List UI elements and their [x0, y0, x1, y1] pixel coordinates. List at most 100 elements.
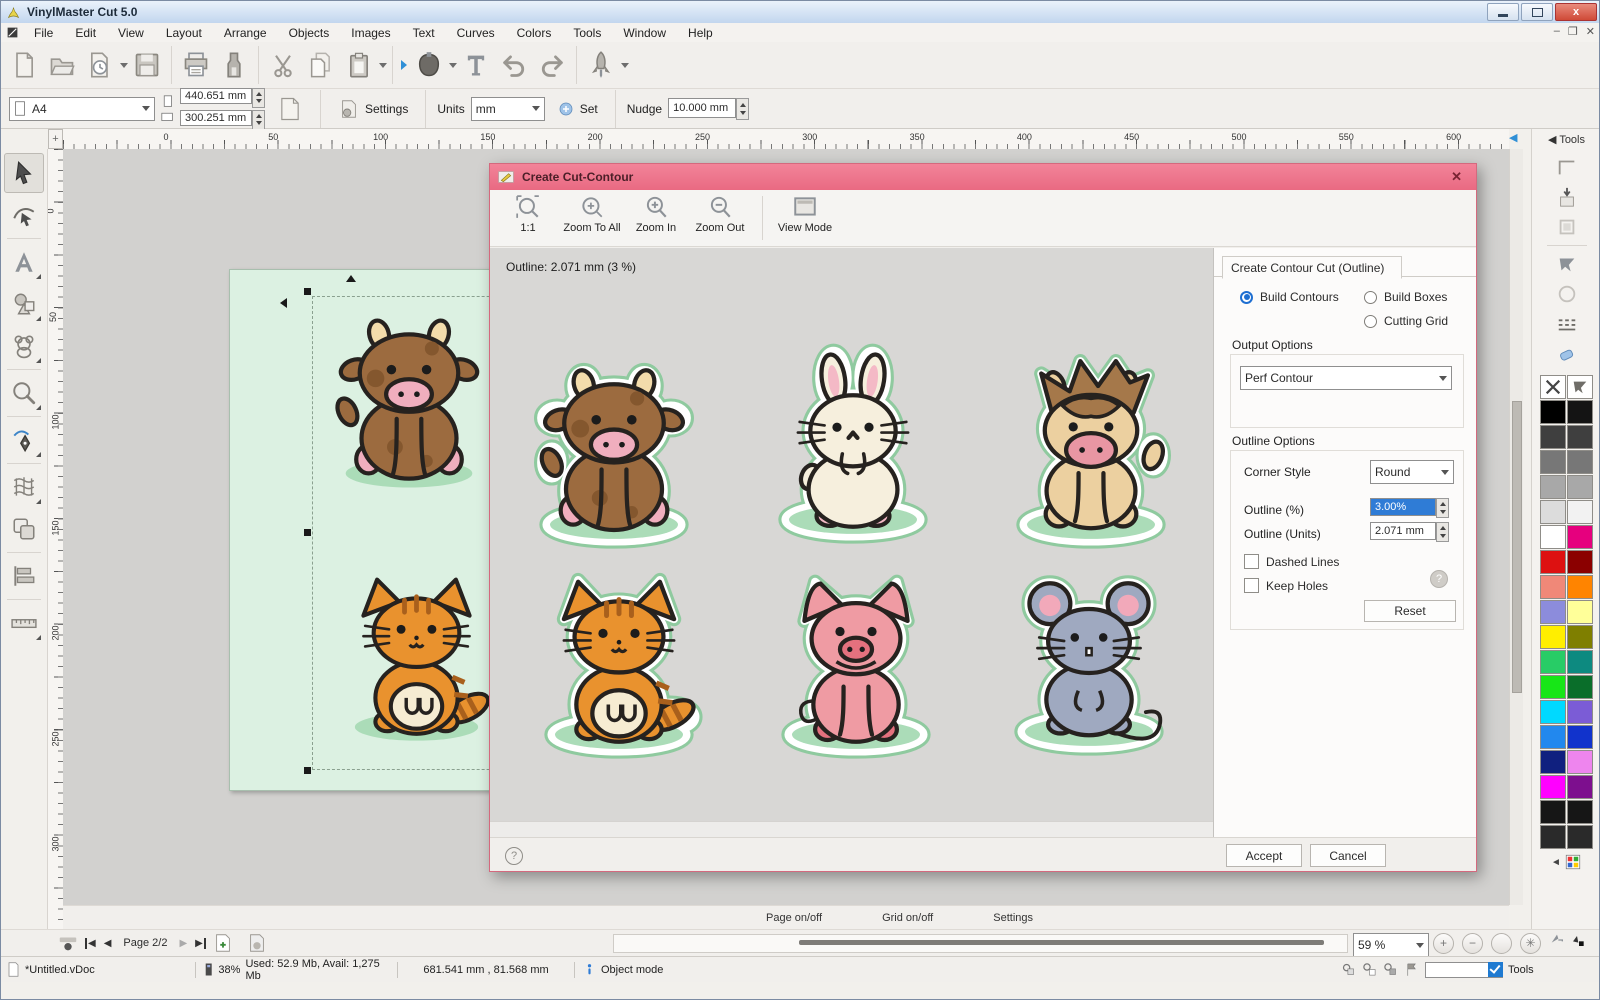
color-swatch[interactable]	[1567, 700, 1593, 724]
cut-plotter-button[interactable]	[215, 45, 253, 85]
preview-eye-icon[interactable]	[51, 928, 85, 958]
zoom-out-button[interactable]: Zoom Out	[688, 194, 752, 234]
paste-button[interactable]	[340, 45, 378, 85]
fill-color-dropdown-arrow-icon[interactable]	[449, 63, 457, 68]
stamp-tool-icon[interactable]	[1550, 212, 1584, 242]
save-button[interactable]	[128, 45, 166, 85]
vertical-scrollbar[interactable]	[1509, 149, 1523, 905]
outline-pct-input[interactable]: 3.00%	[1370, 498, 1436, 516]
build-boxes-radio[interactable]: Build Boxes	[1364, 290, 1447, 304]
text-tool[interactable]	[4, 242, 44, 282]
menu-item-curves[interactable]: Curves	[446, 24, 506, 42]
color-swatch[interactable]	[1567, 775, 1593, 799]
canvas-cat-artwork[interactable]	[324, 550, 509, 760]
zoom-in-button[interactable]: +	[1433, 933, 1454, 954]
measure-tool[interactable]	[4, 603, 44, 643]
color-swatch[interactable]	[1567, 425, 1593, 449]
clipart-tool[interactable]	[4, 326, 44, 366]
color-swatch[interactable]	[1540, 800, 1566, 824]
fill-color-button[interactable]	[410, 45, 448, 85]
group-icon[interactable]	[1341, 962, 1356, 977]
new-page-button[interactable]	[271, 89, 309, 129]
build-contours-radio[interactable]: Build Contours	[1240, 290, 1339, 304]
open-recent-button[interactable]	[81, 45, 119, 85]
mdi-minimize-icon[interactable]: –	[1554, 25, 1560, 38]
nudge-input[interactable]: 10.000 mm	[668, 98, 736, 118]
vertical-scroll-thumb[interactable]	[1512, 401, 1522, 693]
vinyl-cut-icon[interactable]	[1550, 249, 1584, 279]
color-swatch[interactable]	[1540, 750, 1566, 774]
contour-preview-area[interactable]: Outline: 2.071 mm (3 %)	[490, 248, 1214, 838]
color-swatch[interactable]	[1567, 450, 1593, 474]
color-swatch[interactable]	[1567, 650, 1593, 674]
color-swatch[interactable]	[1540, 475, 1566, 499]
circle-tool-icon[interactable]	[1550, 279, 1584, 309]
next-page-button[interactable]: ▶	[175, 938, 191, 949]
zoom-to-all-button[interactable]: Zoom To All	[560, 194, 624, 234]
weld-tool[interactable]	[4, 509, 44, 549]
dashed-lines-checkbox[interactable]: Dashed Lines	[1244, 554, 1339, 569]
color-swatch[interactable]	[1540, 550, 1566, 574]
zoom-all-button[interactable]: ✳	[1520, 933, 1541, 954]
mdi-restore-icon[interactable]: ❐	[1568, 25, 1578, 38]
menu-item-window[interactable]: Window	[612, 24, 677, 42]
page-width-spinner[interactable]	[252, 88, 265, 108]
settings-button[interactable]: Settings	[332, 96, 414, 122]
undo-button[interactable]	[495, 45, 533, 85]
ruler-origin-icon[interactable]: +	[48, 129, 63, 149]
corner-style-select[interactable]: Round	[1370, 460, 1454, 484]
menu-item-arrange[interactable]: Arrange	[213, 24, 278, 42]
sticker-cow[interactable]	[518, 344, 710, 556]
color-swatch[interactable]	[1567, 400, 1593, 424]
color-swatch[interactable]	[1540, 600, 1566, 624]
color-swatch[interactable]	[1567, 625, 1593, 649]
paste-dropdown-arrow-icon[interactable]	[379, 63, 387, 68]
zoom-out-button[interactable]: −	[1462, 933, 1483, 954]
sticker-pig[interactable]	[760, 554, 952, 766]
delete-page-icon[interactable]	[240, 928, 274, 958]
color-swatch[interactable]	[1567, 800, 1593, 824]
stroke-color-swatch[interactable]	[1567, 375, 1593, 399]
color-swatch[interactable]	[1540, 675, 1566, 699]
menu-item-tools[interactable]: Tools	[562, 24, 612, 42]
menu-item-text[interactable]: Text	[402, 24, 446, 42]
color-swatch[interactable]	[1567, 500, 1593, 524]
color-swatch[interactable]	[1567, 525, 1593, 549]
pick-corner-icon[interactable]	[1549, 932, 1565, 948]
color-swatch[interactable]	[1540, 425, 1566, 449]
align-tool[interactable]	[4, 556, 44, 596]
palette-editor-icon[interactable]	[1564, 853, 1582, 871]
collapse-arrow-icon[interactable]: ◀	[1548, 134, 1559, 146]
no-color-swatch[interactable]	[1540, 375, 1566, 399]
color-swatch[interactable]	[1540, 400, 1566, 424]
sticker-rabbit[interactable]	[757, 339, 949, 551]
grid-onoff-button[interactable]: Grid on/off	[882, 912, 933, 924]
color-swatch[interactable]	[1567, 550, 1593, 574]
page-height-input[interactable]: 300.251 mm	[180, 110, 252, 126]
sticker-horse[interactable]	[995, 344, 1187, 556]
redo-button[interactable]	[533, 45, 571, 85]
page-width-input[interactable]: 440.651 mm	[180, 88, 252, 104]
color-swatch[interactable]	[1540, 450, 1566, 474]
color-swatch[interactable]	[1567, 675, 1593, 699]
reset-button[interactable]: Reset	[1364, 600, 1456, 622]
view-mode-button[interactable]: View Mode	[773, 194, 837, 234]
apply-down-icon[interactable]	[1550, 182, 1584, 212]
outline-units-spinner[interactable]	[1436, 522, 1449, 542]
menu-item-images[interactable]: Images	[340, 24, 401, 42]
outline-units-input[interactable]: 2.071 mm	[1370, 522, 1436, 540]
send-to-cutter-button[interactable]	[582, 45, 620, 85]
restore-button[interactable]	[1521, 3, 1553, 21]
selection-handle[interactable]	[304, 288, 311, 295]
curve-pen-tool[interactable]	[4, 420, 44, 460]
fill-corner-icon[interactable]	[1569, 932, 1585, 948]
cancel-button[interactable]: Cancel	[1310, 844, 1386, 867]
cutting-grid-radio[interactable]: Cutting Grid	[1364, 314, 1448, 328]
zoom-in-button[interactable]: Zoom In	[624, 194, 688, 234]
menu-item-objects[interactable]: Objects	[278, 24, 341, 42]
color-swatch[interactable]	[1540, 725, 1566, 749]
menu-item-file[interactable]: File	[23, 24, 64, 42]
preview-scrollbar[interactable]	[490, 821, 1213, 838]
shapes-tool[interactable]	[4, 284, 44, 324]
minimize-button[interactable]	[1487, 3, 1519, 21]
